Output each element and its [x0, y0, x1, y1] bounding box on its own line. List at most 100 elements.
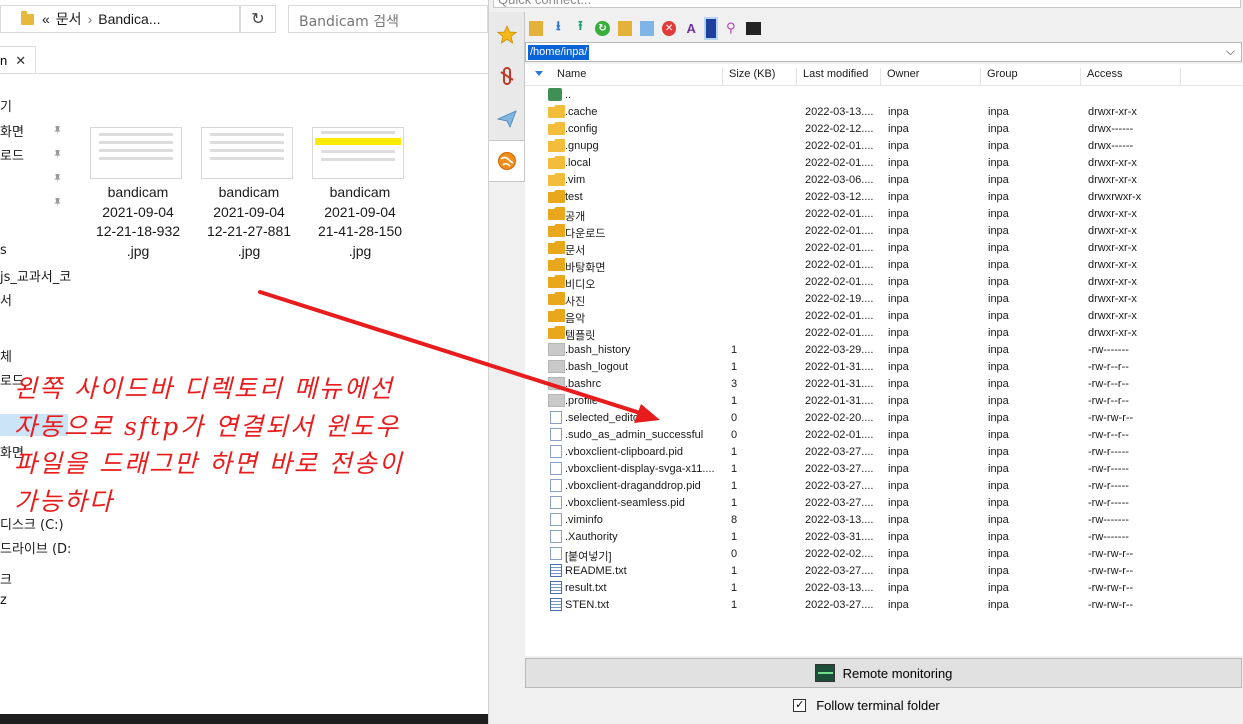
file-row[interactable]: .bashrc 3 2022-01-31.... inpa inpa -rw-r--r--	[525, 376, 1243, 393]
follow-terminal-checkbox[interactable]: ✓	[793, 698, 807, 712]
open-folder-icon[interactable]	[529, 20, 544, 36]
file-row[interactable]: .config 2022-02-12.... inpa inpa drwx------	[525, 121, 1243, 138]
file-row[interactable]: .Xauthority 1 2022-03-31.... inpa inpa -rw---…	[525, 529, 1243, 546]
file-row[interactable]: .profile 1 2022-01-31.... inpa inpa -rw-r--r-…	[525, 393, 1243, 410]
file-caption[interactable]: bandicam 2021-09-04 12-21-27-881 .jpg	[193, 183, 305, 261]
file-row[interactable]: result.txt 1 2022-03-13.... inpa inpa -rw-rw-…	[525, 580, 1243, 597]
send-icon[interactable]	[489, 98, 524, 140]
chevron-down-icon[interactable]: ⌵	[1226, 44, 1235, 59]
remote-file-list[interactable]: Name Size (KB) Last modified Owner Group…	[525, 64, 1243, 656]
file-thumbnail[interactable]	[201, 127, 293, 179]
column-header-owner[interactable]: Owner	[881, 68, 981, 86]
cell-name: README.txt	[565, 565, 627, 577]
file-row[interactable]: 바탕화면 2022-02-01.... inpa inpa drwxr-xr-x	[525, 257, 1243, 274]
sftp-toolbar: ⭳ ⭱ ↻ ✕ A ⚲	[529, 16, 769, 40]
follow-terminal-folder[interactable]: ✓ Follow terminal folder	[489, 694, 1243, 716]
file-row[interactable]: .vboxclient-seamless.pid 1 2022-03-27.... i…	[525, 495, 1243, 512]
nav-item[interactable]: 크	[0, 569, 12, 588]
file-row[interactable]: 비디오 2022-02-01.... inpa inpa drwxr-xr-x	[525, 274, 1243, 291]
cell-access: drwxr-xr-x	[1088, 310, 1137, 322]
new-folder-icon[interactable]	[617, 20, 632, 36]
side-toolbar	[489, 12, 525, 182]
file-row[interactable]: .bash_logout 1 2022-01-31.... inpa inpa -rw-r…	[525, 359, 1243, 376]
cell-access: -rw-------	[1088, 531, 1129, 543]
column-header-size[interactable]: Size (KB)	[723, 68, 797, 86]
refresh-button[interactable]: ↻	[240, 5, 276, 33]
taskbar	[0, 714, 488, 724]
file-row[interactable]: STEN.txt 1 2022-03-27.... inpa inpa -rw-rw-r-…	[525, 597, 1243, 614]
file-row[interactable]: ..	[525, 87, 1243, 104]
refresh-icon[interactable]: ↻	[595, 20, 610, 36]
properties-icon[interactable]	[704, 16, 718, 40]
close-icon[interactable]: ✕	[15, 53, 26, 69]
cell-access: -rw-r-----	[1088, 463, 1129, 475]
column-header-name[interactable]: Name	[551, 68, 723, 86]
address-bar[interactable]: « 문서 › Bandica...	[0, 5, 240, 33]
nav-item[interactable]: 기	[0, 96, 12, 115]
column-header-group[interactable]: Group	[981, 68, 1081, 86]
file-row[interactable]: .bash_history 1 2022-03-29.... inpa inpa -rw-…	[525, 342, 1243, 359]
nav-item[interactable]: s	[0, 243, 7, 258]
file-row[interactable]: .gnupg 2022-02-01.... inpa inpa drwx------	[525, 138, 1243, 155]
file-caption[interactable]: bandicam 2021-09-04 12-21-18-932 .jpg	[82, 183, 194, 261]
file-row[interactable]: .cache 2022-03-13.... inpa inpa drwxr-xr-x	[525, 104, 1243, 121]
cell-size: 0	[731, 548, 738, 560]
tab-label: n	[0, 53, 8, 68]
cell-size: 0	[731, 429, 738, 441]
file-row[interactable]: 사진 2022-02-19.... inpa inpa drwxr-xr-x	[525, 291, 1243, 308]
file-row[interactable]: .sudo_as_admin_successful 0 2022-02-01....…	[525, 427, 1243, 444]
file-thumbnail[interactable]	[90, 127, 182, 179]
file-icon	[550, 530, 562, 543]
file-row[interactable]: README.txt 1 2022-03-27.... inpa inpa -rw-rw-…	[525, 563, 1243, 580]
nav-item[interactable]: 드라이브 (D:	[0, 538, 71, 557]
file-row[interactable]: .vim 2022-03-06.... inpa inpa drwxr-xr-x	[525, 172, 1243, 189]
upload-icon[interactable]: ⭱	[573, 18, 587, 36]
remote-monitoring-button[interactable]: Remote monitoring	[525, 658, 1242, 688]
nav-item[interactable]: 로드	[0, 145, 24, 164]
file-row[interactable]: 템플릿 2022-02-01.... inpa inpa drwxr-xr-x	[525, 325, 1243, 342]
star-icon[interactable]	[489, 14, 524, 56]
file-row[interactable]: test 2022-03-12.... inpa inpa drwxrwxr-x	[525, 189, 1243, 206]
column-header-modified[interactable]: Last modified	[797, 68, 881, 86]
path-combobox[interactable]: /home/inpa/ ⌵	[525, 42, 1242, 62]
file-row[interactable]: 음악 2022-02-01.... inpa inpa drwxr-xr-x	[525, 308, 1243, 325]
quick-connect-input[interactable]: Quick connect...	[493, 0, 1241, 8]
pin-icon	[54, 198, 61, 207]
cell-access: -rw-r--r--	[1088, 429, 1129, 441]
nav-item[interactable]: 서	[0, 290, 12, 309]
file-row[interactable]: .local 2022-02-01.... inpa inpa drwxr-xr-x	[525, 155, 1243, 172]
terminal-icon[interactable]	[745, 21, 761, 35]
sftp-globe-icon[interactable]	[489, 140, 524, 182]
nav-item[interactable]: 화면	[0, 121, 24, 140]
file-row[interactable]: .viminfo 8 2022-03-13.... inpa inpa -rw------…	[525, 512, 1243, 529]
file-row[interactable]: .selected_editor 0 2022-02-20.... inpa inpa -…	[525, 410, 1243, 427]
file-row[interactable]: .vboxclient-clipboard.pid 1 2022-03-27....…	[525, 444, 1243, 461]
path-value[interactable]: /home/inpa/	[528, 45, 590, 60]
search-input[interactable]: Bandicam 검색	[288, 5, 488, 33]
delete-icon[interactable]: ✕	[661, 20, 677, 36]
breadcrumb-part[interactable]: Bandica...	[98, 11, 160, 27]
file-row[interactable]: 공개 2022-02-01.... inpa inpa drwxr-xr-x	[525, 206, 1243, 223]
file-row[interactable]: [붙여넣기] 0 2022-02-02.... inpa inpa -rw-rw-r--	[525, 546, 1243, 563]
new-file-icon[interactable]	[639, 20, 654, 36]
wand-icon[interactable]: ⚲	[724, 20, 738, 36]
download-icon[interactable]: ⭳	[551, 18, 565, 36]
file-thumbnail[interactable]	[312, 127, 404, 179]
explorer-tab[interactable]: n ✕	[0, 46, 36, 74]
file-row[interactable]: .vboxclient-display-svga-x11.... 1 2022-03…	[525, 461, 1243, 478]
file-caption[interactable]: bandicam 2021-09-04 21-41-28-150 .jpg	[304, 183, 416, 261]
column-header-access[interactable]: Access	[1081, 68, 1181, 86]
breadcrumb-part[interactable]: 문서	[56, 9, 82, 29]
cell-modified: 2022-02-02....	[805, 548, 874, 560]
nav-item[interactable]: js_교과서_코	[0, 266, 71, 285]
breadcrumb-prefix[interactable]: «	[42, 11, 50, 27]
file-row[interactable]: 다운로드 2022-02-01.... inpa inpa drwxr-xr-x	[525, 223, 1243, 240]
macro-icon[interactable]	[489, 56, 524, 98]
file-row[interactable]: .vboxclient-draganddrop.pid 1 2022-03-27..…	[525, 478, 1243, 495]
cell-group: inpa	[988, 463, 1009, 475]
nav-item[interactable]: 체	[0, 346, 12, 365]
file-row[interactable]: 문서 2022-02-01.... inpa inpa drwxr-xr-x	[525, 240, 1243, 257]
nav-item[interactable]: z	[0, 593, 7, 608]
cell-modified: 2022-03-27....	[805, 446, 874, 458]
rename-icon[interactable]: A	[684, 21, 698, 36]
